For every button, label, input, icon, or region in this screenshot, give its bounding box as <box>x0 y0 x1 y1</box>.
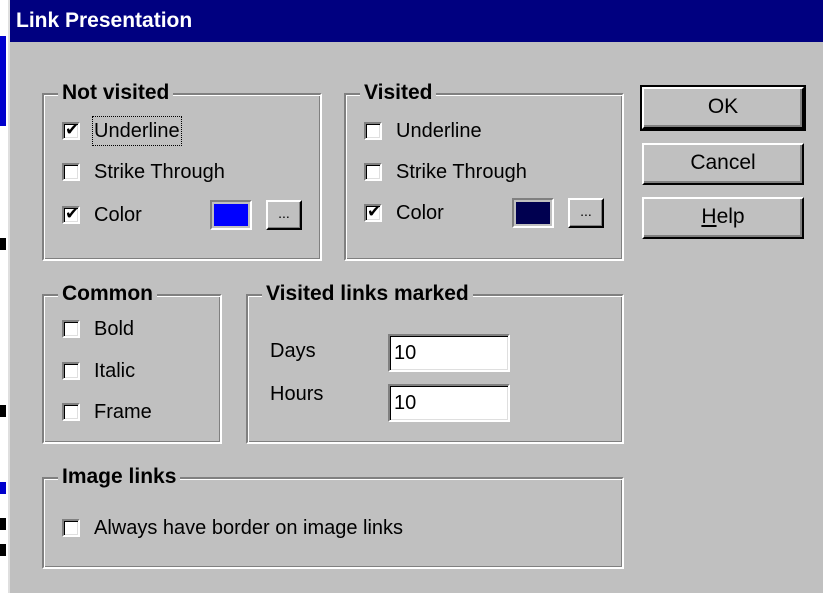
not-visited-color-checkbox[interactable]: ✔ <box>62 204 80 224</box>
frame-option[interactable]: Frame <box>62 399 152 425</box>
always-border-option[interactable]: Always have border on image links <box>62 515 403 541</box>
not-visited-color-option[interactable]: ✔ Color <box>62 202 142 228</box>
visited-strike-checkbox[interactable] <box>364 163 382 181</box>
not-visited-color-swatch[interactable] <box>210 200 252 230</box>
not-visited-strike-checkbox[interactable] <box>62 163 80 181</box>
edge-mark <box>0 482 6 494</box>
visited-strike-label: Strike Through <box>396 161 527 183</box>
hours-input[interactable]: 10 <box>388 384 510 422</box>
visited-links-marked-legend: Visited links marked <box>262 281 473 307</box>
color-swatch-fill <box>516 202 550 224</box>
edge-mark <box>0 518 6 530</box>
help-label: elp <box>716 205 745 228</box>
days-input[interactable]: 10 <box>388 334 510 372</box>
days-label: Days <box>270 340 316 362</box>
bold-label: Bold <box>94 318 135 340</box>
check-mark-icon: ✔ <box>65 120 80 140</box>
link-presentation-dialog: Link Presentation Not visited ✔ Underlin… <box>8 0 823 593</box>
image-links-legend: Image links <box>58 464 181 490</box>
always-border-checkbox[interactable] <box>62 519 80 537</box>
visited-links-marked-group: Visited links marked Days 10 Hours 10 <box>246 281 624 444</box>
common-group: Common Bold Italic Frame <box>42 281 222 444</box>
check-mark-icon: ✔ <box>65 204 80 224</box>
help-button[interactable]: Help <box>642 197 804 239</box>
not-visited-color-label: Color <box>94 204 142 226</box>
edge-mark <box>0 36 6 126</box>
visited-color-swatch[interactable] <box>512 198 554 228</box>
italic-option[interactable]: Italic <box>62 358 135 384</box>
not-visited-underline-checkbox[interactable]: ✔ <box>62 120 80 140</box>
always-border-label: Always have border on image links <box>94 517 404 539</box>
visited-color-label: Color <box>396 202 444 224</box>
title-bar: Link Presentation <box>10 0 823 42</box>
common-legend: Common <box>58 281 157 307</box>
bold-checkbox[interactable] <box>62 320 80 338</box>
visited-group: Visited Underline Strike Through ✔ Color… <box>344 80 624 261</box>
frame-checkbox[interactable] <box>62 403 80 421</box>
not-visited-legend: Not visited <box>58 80 174 106</box>
edge-mark <box>0 405 6 417</box>
italic-label: Italic <box>94 360 136 382</box>
visited-underline-label: Underline <box>396 120 482 142</box>
help-accelerator: H <box>701 205 717 228</box>
visited-legend: Visited <box>360 80 437 106</box>
not-visited-strike-option[interactable]: Strike Through <box>62 159 225 185</box>
edge-mark <box>0 238 6 250</box>
bold-option[interactable]: Bold <box>62 316 134 342</box>
visited-color-checkbox[interactable]: ✔ <box>364 202 382 222</box>
ok-button[interactable]: OK <box>640 85 806 131</box>
not-visited-underline-option[interactable]: ✔ Underline <box>62 116 182 146</box>
not-visited-strike-label: Strike Through <box>94 161 225 183</box>
visited-color-option[interactable]: ✔ Color <box>364 200 444 226</box>
visited-strike-option[interactable]: Strike Through <box>364 159 527 185</box>
image-links-group: Image links Always have border on image … <box>42 464 624 569</box>
not-visited-color-browse-button[interactable]: ... <box>266 200 302 230</box>
hours-label: Hours <box>270 383 324 405</box>
edge-mark <box>0 544 6 556</box>
check-mark-icon: ✔ <box>367 202 382 222</box>
cancel-button[interactable]: Cancel <box>642 143 804 185</box>
visited-underline-option[interactable]: Underline <box>364 118 482 144</box>
color-swatch-fill <box>214 204 248 226</box>
background-edge <box>0 0 8 593</box>
visited-underline-checkbox[interactable] <box>364 122 382 140</box>
italic-checkbox[interactable] <box>62 362 80 380</box>
not-visited-underline-label: Underline <box>92 116 182 146</box>
not-visited-group: Not visited ✔ Underline Strike Through ✔… <box>42 80 322 261</box>
frame-label: Frame <box>94 401 152 423</box>
visited-color-browse-button[interactable]: ... <box>568 198 604 228</box>
window-title: Link Presentation <box>16 9 193 32</box>
